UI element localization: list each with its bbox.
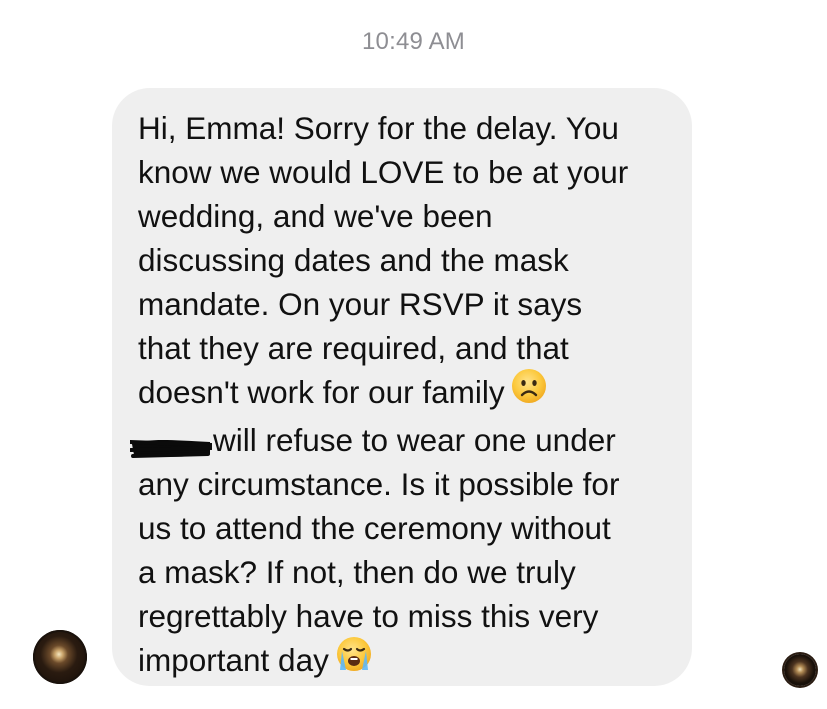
message-text: Hi, Emma! Sorry for the delay. You — [138, 110, 619, 146]
message-line: regrettably have to miss this very — [138, 594, 670, 638]
message-line: mandate. On your RSVP it says — [138, 282, 670, 326]
message-line: Hi, Emma! Sorry for the delay. You — [138, 106, 670, 150]
message-text: discussing dates and the mask — [138, 242, 569, 278]
message-line: us to attend the ceremony without — [138, 506, 670, 550]
message-text: important day — [138, 642, 329, 679]
contact-avatar[interactable] — [33, 630, 87, 684]
message-text: that they are required, and that — [138, 330, 569, 366]
read-receipt-avatar — [784, 654, 816, 686]
message-line: important day — [138, 636, 670, 686]
message-line: wedding, and we've been — [138, 194, 670, 238]
message-text: us to attend the ceremony without — [138, 510, 611, 547]
loudly-crying-face-emoji-icon — [335, 636, 373, 683]
message-line: know we would LOVE to be at your — [138, 150, 670, 194]
message-line: a mask? If not, then do we truly — [138, 550, 670, 594]
message-text: wedding, and we've been — [138, 198, 493, 234]
message-line: will refuse to wear one under — [128, 418, 670, 462]
redaction-scribble — [128, 427, 214, 458]
message-timestamp: 10:49 AM — [361, 28, 465, 55]
message-text: regrettably have to miss this very — [138, 598, 599, 635]
message-line: any circumstance. Is it possible for — [138, 462, 670, 506]
received-message-bubble[interactable]: Hi, Emma! Sorry for the delay. You know … — [112, 88, 692, 686]
message-text: mandate. On your RSVP it says — [138, 286, 583, 322]
message-line: doesn't work for our family — [138, 368, 670, 418]
message-text: will refuse to wear one under — [213, 422, 616, 459]
message-line: discussing dates and the mask — [138, 238, 670, 282]
message-text: doesn't work for our family — [138, 374, 505, 410]
message-line: that they are required, and that — [138, 326, 670, 370]
message-text: any circumstance. Is it possible for — [138, 466, 620, 503]
message-text: a mask? If not, then do we truly — [138, 554, 576, 591]
message-thread: 10:49 AM Hi, Emma! Sorry for the delay. … — [0, 0, 827, 709]
frowning-face-emoji-icon — [511, 368, 547, 415]
message-text: know we would LOVE to be at your — [138, 154, 629, 190]
